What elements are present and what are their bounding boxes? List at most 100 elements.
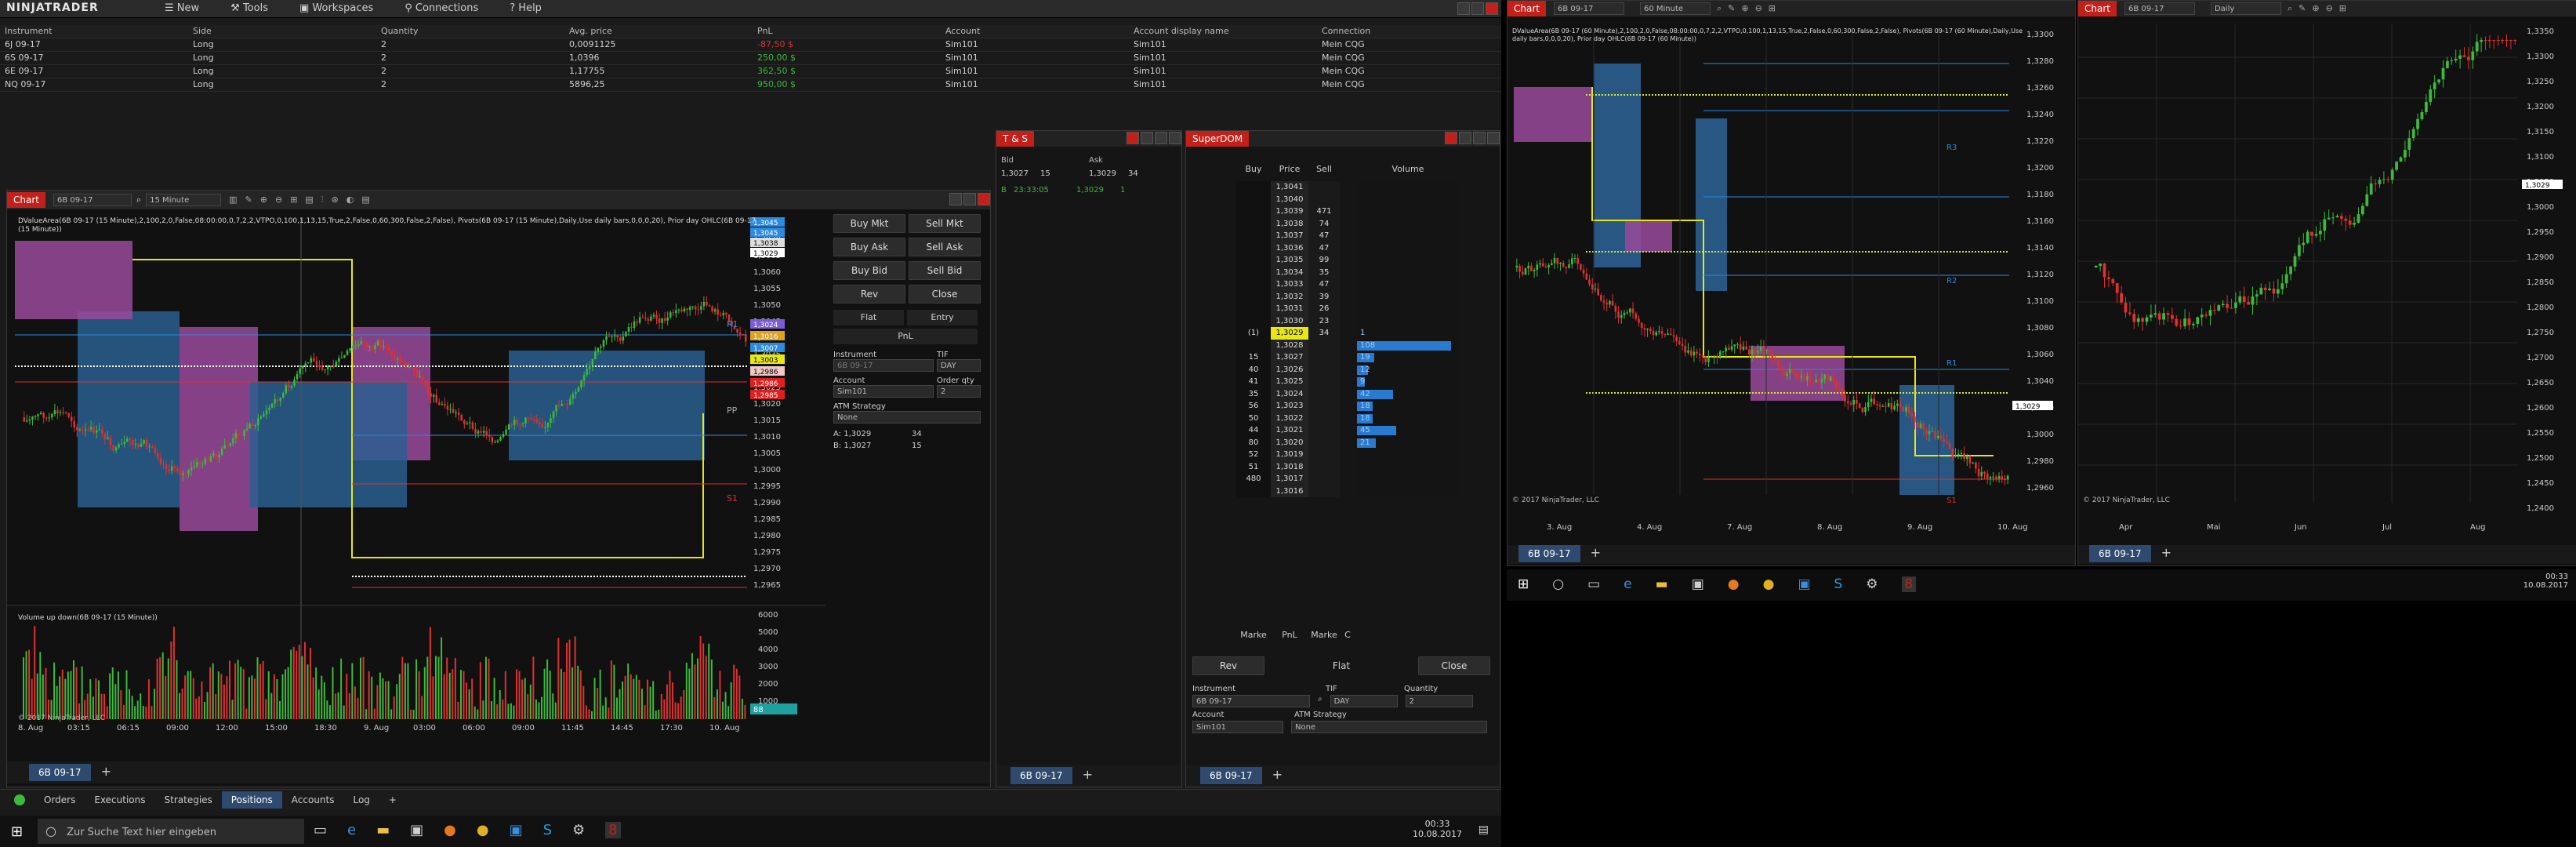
dom-row[interactable]: 52 1,3019 (1236, 449, 1487, 461)
dom-atm-select[interactable]: None (1291, 721, 1487, 733)
dom-sell[interactable]: 26 (1308, 303, 1340, 315)
search-icon[interactable]: ⌕ (136, 194, 141, 205)
dom-sell[interactable]: 34 (1308, 327, 1340, 340)
dom-buy[interactable]: 15 (1236, 351, 1271, 364)
dom-row[interactable]: 1,3039 471 (1236, 205, 1487, 218)
price-chart-daily[interactable]: 1,3350 1,3300 1,3250 1,3200 1,3150 1,3100 1,30… (2078, 16, 2576, 534)
dom-price[interactable]: 1,3027 (1271, 351, 1308, 364)
dom-price[interactable]: 1,3022 (1271, 412, 1308, 424)
col-avg-price[interactable]: Avg. price (564, 25, 753, 38)
dom-sell[interactable]: 23 (1308, 314, 1340, 327)
dom-sell[interactable] (1308, 412, 1340, 424)
dom-buy[interactable] (1236, 278, 1271, 291)
close-icon[interactable] (978, 192, 990, 205)
dom-sell[interactable] (1308, 436, 1340, 449)
chart2-tools-icons[interactable]: ⌕✎⊕⊖⊞ (1717, 3, 1782, 14)
menu-tools[interactable]: ⚒ Tools (230, 2, 268, 14)
dom-buy[interactable]: 80 (1236, 436, 1271, 449)
dom-sell[interactable] (1308, 449, 1340, 461)
skype-icon[interactable]: S (543, 822, 552, 838)
ts-instrument-tab[interactable]: 6B 09-17 (1010, 767, 1072, 784)
sell-bid-button[interactable]: Sell Bid (909, 261, 981, 280)
explorer-icon[interactable]: ▬ (376, 822, 390, 838)
tab-strategies[interactable]: Strategies (155, 791, 222, 809)
chart-tools-icons[interactable]: ▥✎⊕⊖⊞▤⫶⊛◐▤ (229, 194, 378, 205)
dom-row[interactable]: 1,3016 (1236, 485, 1487, 497)
instrument-field[interactable]: 6B 09-17 (833, 359, 934, 372)
cortana-icon[interactable]: ○ (1552, 576, 1564, 592)
ninjatrader-icon[interactable]: 8 (1901, 576, 1917, 592)
chart3-tools-icons[interactable]: ⌕✎⊕⊖⊞ (2288, 3, 2353, 14)
dom-close-button[interactable]: Close (1418, 656, 1490, 675)
col-side[interactable]: Side (188, 25, 376, 38)
dom-buy[interactable] (1236, 254, 1271, 267)
tab-orders[interactable]: Orders (34, 791, 85, 809)
col-account[interactable]: Account (941, 25, 1129, 38)
tab-accounts[interactable]: Accounts (282, 791, 344, 809)
dom-row[interactable]: 1,3041 (1236, 181, 1487, 194)
firefox-icon[interactable]: ● (1728, 576, 1740, 592)
dom-row[interactable]: 51 1,3018 (1236, 460, 1487, 473)
dom-row[interactable]: 1,3037 47 (1236, 230, 1487, 242)
dom-sell[interactable] (1308, 473, 1340, 485)
chart2-instrument-tab[interactable]: 6B 09-17 (1518, 545, 1580, 562)
dom-row[interactable]: 35 1,3024 42 (1236, 387, 1487, 400)
dom-price[interactable]: 1,3032 (1271, 290, 1308, 303)
buy-bid-button[interactable]: Buy Bid (833, 261, 905, 280)
dom-buy[interactable]: 480 (1236, 473, 1271, 485)
network-app-icon[interactable]: ⚙ (1866, 576, 1878, 592)
add-tab-icon[interactable]: + (1083, 767, 1093, 782)
network-app-icon[interactable]: ⚙ (572, 822, 585, 838)
dom-price[interactable]: 1,3019 (1271, 449, 1308, 461)
edge-icon[interactable]: e (347, 822, 356, 838)
maximize-icon[interactable] (1155, 131, 1167, 144)
dom-row[interactable]: (1) 1,3029 34 1 (1236, 327, 1487, 340)
dom-qty-field[interactable]: 2 (1405, 695, 1473, 707)
dom-buy[interactable]: 51 (1236, 460, 1271, 473)
menu-connections[interactable]: ⚲ Connections (405, 2, 478, 14)
windows-start-icon[interactable]: ⊞ (11, 823, 23, 840)
restore-icon[interactable] (1459, 131, 1471, 144)
task-view-icon[interactable]: ▭ (1587, 576, 1600, 592)
price-chart-15min[interactable]: 1,30751,30701,30651,30601,30551,30501,30… (7, 209, 825, 733)
dom-price[interactable]: 1,3016 (1271, 485, 1308, 497)
skype-icon[interactable]: S (1834, 576, 1843, 592)
dom-buy[interactable] (1236, 303, 1271, 315)
dom-price[interactable]: 1,3021 (1271, 424, 1308, 437)
dom-sell[interactable]: 39 (1308, 290, 1340, 303)
close-button[interactable]: Close (909, 285, 981, 304)
table-row[interactable]: 6E 09-17 Long 2 1,17755 362,50 $ Sim101 Sim101… (0, 65, 1501, 78)
menu-help[interactable]: ? Help (510, 2, 542, 14)
dom-sell[interactable] (1308, 387, 1340, 400)
dom-buy[interactable] (1236, 339, 1271, 351)
chrome-icon[interactable]: ● (477, 822, 489, 838)
tab-positions[interactable]: Positions (221, 791, 282, 809)
dom-tif-select[interactable]: DAY (1330, 695, 1398, 707)
instrument-select[interactable]: 6B 09-17 (53, 194, 132, 206)
chart2-interval-select[interactable]: 60 Minute (1639, 2, 1711, 15)
restore-icon[interactable] (1471, 2, 1484, 15)
col-connection[interactable]: Connection (1317, 25, 1501, 38)
dom-buy[interactable] (1236, 230, 1271, 242)
dom-price[interactable]: 1,3017 (1271, 473, 1308, 485)
dom-row[interactable]: 80 1,3020 21 (1236, 436, 1487, 449)
dom-sell[interactable] (1308, 376, 1340, 388)
menu-workspaces[interactable]: ▣ Workspaces (299, 2, 373, 14)
dom-row[interactable]: 44 1,3021 45 (1236, 424, 1487, 437)
dom-footer-c[interactable]: C (1340, 630, 1355, 640)
explorer-icon[interactable]: ▬ (1656, 576, 1668, 592)
buy-mkt-button[interactable]: Buy Mkt (833, 214, 905, 233)
dom-row[interactable]: 1,3040 (1236, 193, 1487, 205)
price-chart-60min[interactable]: 1,3300 1,3280 1,3260 1,3240 1,3220 1,3200 1,31… (1508, 16, 2075, 534)
dom-ladder[interactable]: 1,3041 1,3040 1,3039 471 1,3038 74 1,3037 47 1,3… (1236, 181, 1487, 497)
chart3-tab[interactable]: Chart (2078, 1, 2117, 16)
ninjatrader-icon[interactable]: 8 (605, 822, 621, 838)
dom-buy[interactable] (1236, 205, 1271, 218)
add-tab-icon[interactable]: + (1272, 767, 1283, 782)
dom-rev-button[interactable]: Rev (1192, 656, 1264, 675)
dom-price[interactable]: 1,3040 (1271, 193, 1308, 205)
chart3-instrument-tab[interactable]: 6B 09-17 (2089, 545, 2151, 562)
app-icon[interactable]: ▣ (510, 822, 523, 838)
dom-buy[interactable]: (1) (1236, 327, 1271, 340)
dom-row[interactable]: 1,3038 74 (1236, 217, 1487, 230)
